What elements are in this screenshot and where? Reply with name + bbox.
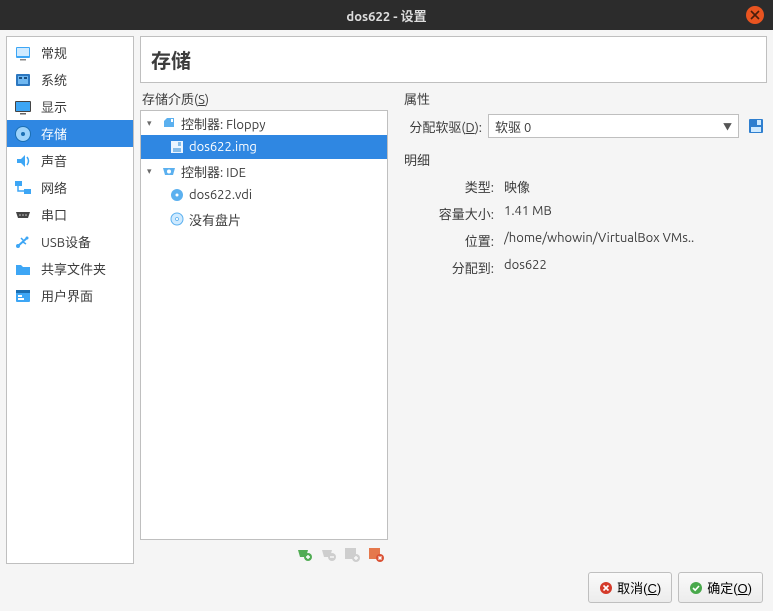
- sidebar-item-label: 串口: [41, 205, 67, 224]
- close-button[interactable]: [746, 6, 764, 24]
- usb-icon: [13, 232, 33, 252]
- sidebar-item-usb[interactable]: USB设备: [7, 228, 133, 255]
- add-controller-button[interactable]: [294, 544, 314, 564]
- sidebar-item-label: 网络: [41, 178, 67, 197]
- shared-icon: [13, 259, 33, 279]
- general-icon: [13, 43, 33, 63]
- tree-label: 没有盘片: [189, 210, 241, 229]
- sidebar-item-label: 声音: [41, 151, 67, 170]
- sidebar-item-label: 常规: [41, 43, 67, 62]
- add-attachment-button: [342, 544, 362, 564]
- detail-size: 容量大小: 1.41 MB: [402, 200, 767, 227]
- expander-icon: ▾: [147, 118, 157, 129]
- footer: 取消(C) 确定(O): [6, 564, 767, 605]
- cd-icon: [169, 211, 185, 227]
- details-label: 明细: [402, 150, 767, 169]
- drive-assign-row: 分配软驱(D): 软驱 0 ▼: [402, 110, 767, 142]
- floppy-save-icon: [747, 117, 765, 135]
- sidebar-item-label: 系统: [41, 70, 67, 89]
- attributes-panel: 属性 分配软驱(D): 软驱 0 ▼: [402, 89, 767, 564]
- remove-attachment-button[interactable]: [366, 544, 386, 564]
- sidebar-item-label: USB设备: [41, 232, 91, 251]
- storage-toolbar: [140, 540, 388, 564]
- cancel-icon: [599, 581, 613, 595]
- sidebar-item-shared[interactable]: 共享文件夹: [7, 255, 133, 282]
- drive-assign-combo[interactable]: 软驱 0 ▼: [488, 114, 739, 138]
- attachment-hdd[interactable]: dos622.vdi: [141, 183, 387, 207]
- network-icon: [13, 178, 33, 198]
- sidebar-item-display[interactable]: 显示: [7, 93, 133, 120]
- serial-icon: [13, 205, 33, 225]
- content-area: 存储 存储介质(S) ▾ 控制器: Floppy: [140, 36, 767, 564]
- sidebar-item-general[interactable]: 常规: [7, 39, 133, 66]
- floppy-disk-icon: [169, 139, 185, 155]
- sidebar-item-network[interactable]: 网络: [7, 174, 133, 201]
- controller-floppy[interactable]: ▾ 控制器: Floppy: [141, 111, 387, 135]
- page-title: 存储: [140, 36, 767, 83]
- client-area: 常规 系统 显示 存储 声音: [0, 30, 773, 611]
- sidebar-item-label: 存储: [41, 124, 67, 143]
- add-attachment-icon: [343, 545, 361, 563]
- ok-button[interactable]: 确定(O): [678, 572, 763, 603]
- remove-controller-icon: [319, 545, 337, 563]
- sidebar-item-system[interactable]: 系统: [7, 66, 133, 93]
- attributes-label: 属性: [402, 89, 767, 108]
- detail-attached: 分配到: dos622: [402, 254, 767, 281]
- tree-label: dos622.img: [189, 140, 257, 154]
- combo-value: 软驱 0: [495, 117, 531, 136]
- sidebar-item-audio[interactable]: 声音: [7, 147, 133, 174]
- drive-assign-label: 分配软驱(D):: [402, 117, 482, 136]
- floppy-image-button[interactable]: [745, 115, 767, 137]
- storage-icon: [13, 124, 33, 144]
- panels: 存储介质(S) ▾ 控制器: Floppy dos622.img: [140, 89, 767, 564]
- ide-controller-icon: [161, 163, 177, 179]
- detail-location: 位置: /home/whowin/VirtualBox VMs..: [402, 227, 767, 254]
- hdd-icon: [169, 187, 185, 203]
- remove-attachment-icon: [367, 545, 385, 563]
- window-title: dos622 - 设置: [346, 6, 426, 25]
- sidebar-item-serial[interactable]: 串口: [7, 201, 133, 228]
- titlebar: dos622 - 设置: [0, 0, 773, 30]
- attachment-cd-empty[interactable]: 没有盘片: [141, 207, 387, 231]
- audio-icon: [13, 151, 33, 171]
- detail-type: 类型: 映像: [402, 173, 767, 200]
- main-area: 常规 系统 显示 存储 声音: [6, 36, 767, 564]
- storage-tree[interactable]: ▾ 控制器: Floppy dos622.img ▾: [140, 110, 388, 540]
- floppy-controller-icon: [161, 115, 177, 131]
- settings-window: dos622 - 设置 常规 系统 显示: [0, 0, 773, 611]
- sidebar-item-label: 显示: [41, 97, 67, 116]
- sidebar-item-label: 用户界面: [41, 286, 93, 305]
- expander-icon: ▾: [147, 166, 157, 177]
- tree-label: 控制器: Floppy: [181, 114, 265, 133]
- storage-media-panel: 存储介质(S) ▾ 控制器: Floppy dos622.img: [140, 89, 388, 564]
- display-icon: [13, 97, 33, 117]
- sidebar-item-storage[interactable]: 存储: [7, 120, 133, 147]
- controller-ide[interactable]: ▾ 控制器: IDE: [141, 159, 387, 183]
- ok-icon: [689, 581, 703, 595]
- sidebar: 常规 系统 显示 存储 声音: [6, 36, 134, 564]
- tree-label: 控制器: IDE: [181, 162, 246, 181]
- attachment-floppy-image[interactable]: dos622.img: [141, 135, 387, 159]
- add-controller-icon: [295, 545, 313, 563]
- tree-label: dos622.vdi: [189, 188, 252, 202]
- remove-controller-button: [318, 544, 338, 564]
- system-icon: [13, 70, 33, 90]
- storage-media-label: 存储介质(S): [140, 89, 388, 108]
- cancel-button[interactable]: 取消(C): [588, 572, 672, 603]
- chevron-down-icon: ▼: [723, 120, 732, 133]
- sidebar-item-label: 共享文件夹: [41, 259, 106, 278]
- close-icon: [750, 10, 760, 20]
- ui-icon: [13, 286, 33, 306]
- sidebar-item-ui[interactable]: 用户界面: [7, 282, 133, 309]
- details-group: 明细 类型: 映像 容量大小: 1.41 MB 位置: /: [402, 150, 767, 281]
